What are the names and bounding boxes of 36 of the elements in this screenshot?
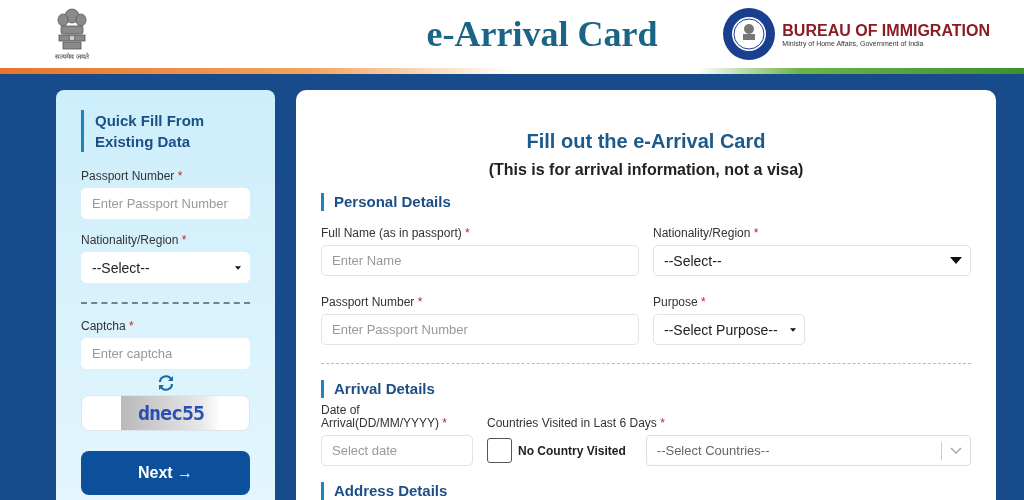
chevron-icon: [950, 447, 962, 454]
field-label: Nationality/Region *: [653, 227, 760, 240]
select-field[interactable]: --Select--: [653, 245, 971, 276]
captcha-code: dnec55: [121, 396, 221, 430]
panel-title: Quick Fill From Existing Data: [95, 112, 205, 150]
form-title: Fill out the e-Arrival Card: [525, 130, 767, 153]
bureau-title: BUREAU OF IMMIGRATION: [782, 21, 990, 40]
next-button[interactable]: Next →: [81, 451, 250, 495]
section-heading: Personal Details: [321, 193, 971, 211]
form-subtitle: (This is for arrival information, not a visa): [487, 161, 805, 179]
section-heading: Address Details: [321, 482, 971, 500]
caret-icon: [235, 265, 241, 270]
checkbox[interactable]: [487, 438, 512, 463]
section-heading: Arrival Details: [321, 380, 971, 398]
emblem-icon: [54, 7, 90, 51]
field-label: Full Name (as in passport) *: [321, 227, 471, 240]
text-field[interactable]: Enter Name: [321, 245, 639, 276]
refresh-icon[interactable]: [156, 375, 175, 391]
field-label: Captcha *: [81, 320, 135, 333]
checkbox-label: No Country Visited: [518, 443, 626, 458]
field-label: Date of Arrival(DD/MM/YYYY) *: [321, 404, 449, 430]
page-title: e-Arrival Card: [426, 13, 658, 55]
field-label: Nationality/Region *: [81, 234, 188, 247]
select-field[interactable]: --Select Purpose--: [653, 314, 805, 345]
seal-icon: [722, 7, 777, 61]
caret-icon: [950, 257, 962, 264]
caret-icon: [790, 327, 796, 332]
date-field[interactable]: Select date: [321, 435, 473, 466]
field-label: Countries Visited in Last 6 Days *: [487, 417, 666, 430]
captcha-field[interactable]: Enter captcha: [81, 338, 250, 369]
text-field[interactable]: Enter Passport Number: [321, 314, 639, 345]
field-label: Passport Number *: [81, 170, 184, 183]
countries-select[interactable]: --Select Countries--: [645, 435, 971, 466]
field-label: Passport Number *: [321, 296, 424, 309]
select-field[interactable]: --Select--: [81, 252, 250, 283]
field-label: Purpose *: [653, 296, 707, 309]
